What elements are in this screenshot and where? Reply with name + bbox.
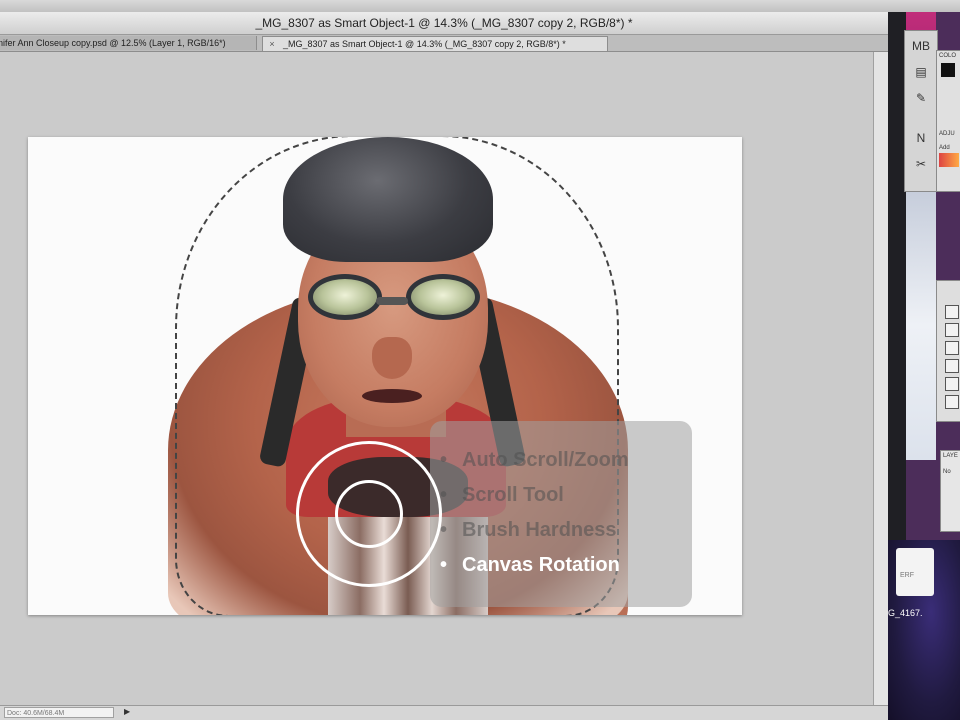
desktop-file-type: ERF	[900, 572, 914, 579]
character-icon[interactable]: N	[909, 127, 933, 149]
goggle-right	[406, 274, 480, 320]
status-doc-info[interactable]: Doc: 40.6M/68.4M	[4, 707, 114, 718]
adjustment-preset-button[interactable]	[945, 323, 959, 337]
status-menu-arrow-icon[interactable]: ▶	[124, 707, 130, 716]
swimmer-mouth	[362, 389, 422, 403]
swim-cap	[283, 137, 493, 262]
desktop-file-name[interactable]: G_4167.	[888, 608, 923, 618]
overlay-item-scroll-tool: • Scroll Tool	[440, 484, 564, 506]
tab-label: nifer Ann Closeup copy.psd @ 12.5% (Laye…	[0, 38, 226, 48]
adjustment-preset-button[interactable]	[945, 395, 959, 409]
close-icon[interactable]: ×	[267, 37, 277, 51]
feature-overlay-menu: • Auto Scroll/Zoom • Scroll Tool • Brush Ha…	[430, 421, 692, 607]
desktop-window-edge	[906, 190, 936, 460]
color-panel-label: COLO	[939, 53, 957, 59]
brush-hardness-ring-icon	[335, 480, 403, 548]
adjustments-panel	[936, 280, 960, 422]
tab-jennifer-ann-closeup[interactable]: nifer Ann Closeup copy.psd @ 12.5% (Laye…	[0, 36, 257, 50]
panel-icon[interactable]: ▤	[909, 61, 933, 83]
adjustment-preset-button[interactable]	[945, 359, 959, 373]
blend-mode-select[interactable]: No	[943, 469, 951, 475]
color-ramp[interactable]	[939, 153, 959, 167]
swimmer-nose	[372, 337, 412, 379]
brush-preset-icon[interactable]: ✎	[909, 87, 933, 109]
overlay-item-brush-hardness: • Brush Hardness	[440, 519, 617, 541]
vertical-scrollbar[interactable]	[873, 52, 888, 708]
adjustment-preset-button[interactable]	[945, 305, 959, 319]
foreground-color-swatch[interactable]	[941, 63, 955, 77]
tab-label: _MG_8307 as Smart Object-1 @ 14.3% (_MG_…	[283, 39, 566, 49]
adjustment-preset-button[interactable]	[945, 341, 959, 355]
layers-panel: LAYE No	[940, 450, 960, 532]
overlay-item-canvas-rotation: • Canvas Rotation	[440, 554, 620, 576]
layers-panel-label: LAYE	[943, 453, 958, 459]
window-title: _MG_8307 as Smart Object-1 @ 14.3% (_MG_…	[255, 16, 633, 30]
adjustment-preset-button[interactable]	[945, 377, 959, 391]
document-tab-bar: nifer Ann Closeup copy.psd @ 12.5% (Laye…	[0, 35, 888, 52]
goggle-left	[308, 274, 382, 320]
adjustments-panel-label: ADJU	[939, 131, 955, 137]
goggle-bridge	[376, 297, 408, 305]
paragraph-icon[interactable]: ✂	[909, 153, 933, 175]
mini-bridge-icon[interactable]: MB	[909, 35, 933, 57]
title-bar[interactable]: _MG_8307 as Smart Object-1 @ 14.3% (_MG_…	[0, 12, 888, 35]
adjustments-add-label: Add	[939, 145, 950, 151]
color-panel: COLO ADJU Add	[936, 50, 960, 192]
tab-mg-8307-smart-object[interactable]: × _MG_8307 as Smart Object-1 @ 14.3% (_MG…	[262, 36, 608, 51]
status-bar: Doc: 40.6M/68.4M ▶	[0, 705, 888, 720]
overlay-item-auto-scroll-zoom: • Auto Scroll/Zoom	[440, 449, 629, 471]
panel-toolbar: MB ▤ ✎ N ✂	[904, 30, 938, 192]
